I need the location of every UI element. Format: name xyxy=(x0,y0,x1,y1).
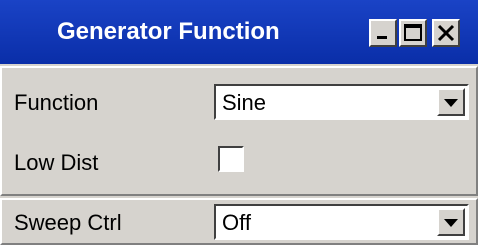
close-icon xyxy=(437,24,455,42)
function-dropdown-button[interactable] xyxy=(437,88,465,116)
title-bar[interactable]: Generator Function xyxy=(0,0,478,64)
close-button[interactable] xyxy=(432,19,460,47)
function-select[interactable]: Sine xyxy=(214,84,469,120)
minimize-button[interactable] xyxy=(369,19,397,47)
generator-settings-panel: Function Sine Low Dist xyxy=(0,66,478,196)
minimize-icon xyxy=(377,36,387,39)
sweep-ctrl-select[interactable]: Off xyxy=(214,204,469,240)
generator-function-window: Generator Function Function Sine Low Dis… xyxy=(0,0,478,245)
sweep-ctrl-dropdown-button[interactable] xyxy=(437,208,465,236)
low-dist-checkbox[interactable] xyxy=(218,146,244,172)
chevron-down-icon xyxy=(444,219,458,227)
sweep-panel: Sweep Ctrl Off xyxy=(0,198,478,245)
sweep-ctrl-label: Sweep Ctrl xyxy=(14,210,122,235)
window-title: Generator Function xyxy=(57,18,280,45)
low-dist-label: Low Dist xyxy=(14,150,99,175)
sweep-ctrl-value: Off xyxy=(222,210,251,235)
function-value: Sine xyxy=(222,90,267,115)
function-label: Function xyxy=(14,90,99,115)
maximize-icon xyxy=(404,24,422,41)
chevron-down-icon xyxy=(444,99,458,107)
maximize-button[interactable] xyxy=(399,19,427,47)
